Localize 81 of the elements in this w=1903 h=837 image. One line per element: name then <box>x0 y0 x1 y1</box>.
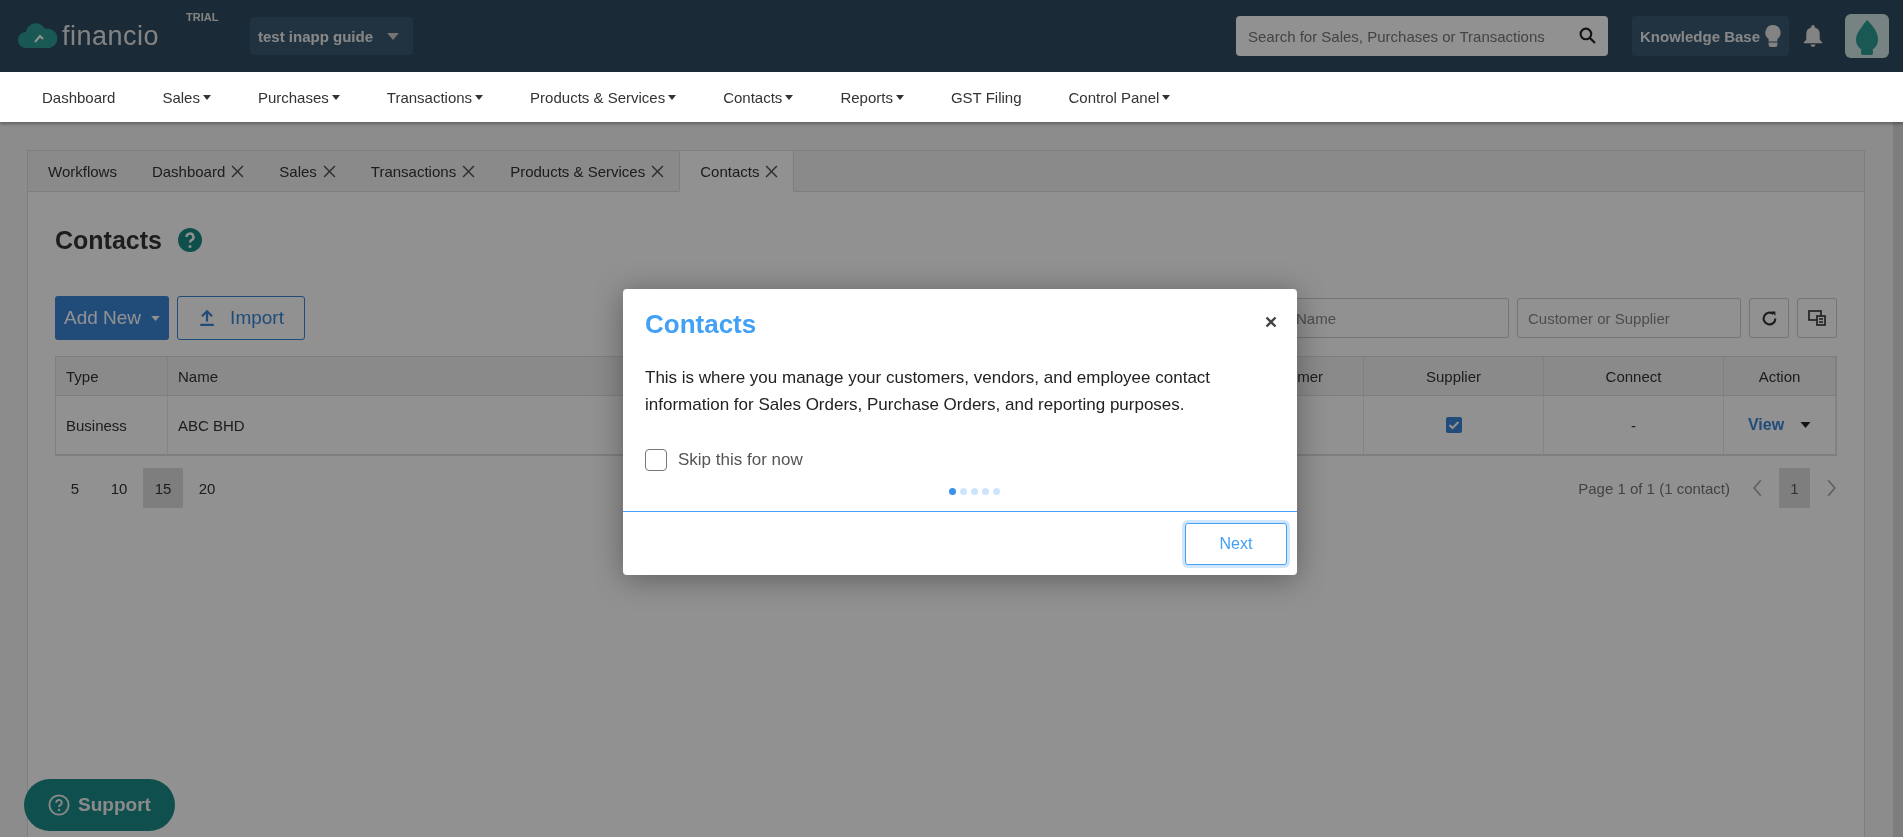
column-header: Connect <box>1544 357 1724 396</box>
page-summary: Page 1 of 1 (1 contact) <box>1578 479 1730 497</box>
tab[interactable]: Products & Services <box>490 151 680 191</box>
tab-label: Sales <box>279 162 317 180</box>
caret-icon <box>895 94 904 100</box>
nav-menu-item[interactable]: Purchases <box>240 88 357 106</box>
company-selector[interactable]: test inapp guide <box>250 17 413 55</box>
step-dot[interactable] <box>948 488 956 495</box>
nav-menu-item[interactable]: Dashboard <box>25 88 133 106</box>
refresh-icon <box>1760 309 1778 327</box>
avatar[interactable] <box>1845 14 1889 58</box>
search-icon <box>1578 27 1596 44</box>
tab-label: Workflows <box>48 162 117 180</box>
caret-icon <box>785 94 794 100</box>
upload-icon <box>198 309 217 327</box>
step-dot[interactable] <box>992 488 1000 495</box>
page-title: Contacts <box>55 225 162 255</box>
logo-text: financio <box>62 20 160 52</box>
tab[interactable]: Transactions <box>350 151 491 191</box>
dialog-title: Contacts <box>645 309 757 340</box>
caret-icon <box>387 32 399 40</box>
tab-label: Contacts <box>700 162 760 180</box>
nav-menu-item[interactable]: GST Filing <box>933 88 1039 106</box>
caret-icon <box>202 94 211 100</box>
caret-icon <box>668 94 677 100</box>
next-button[interactable]: Next <box>1185 523 1287 565</box>
close-icon[interactable] <box>322 164 336 178</box>
nav-menu-item[interactable]: Contacts <box>706 88 811 106</box>
page-size-option[interactable]: 10 <box>99 468 139 508</box>
help-icon[interactable] <box>177 228 202 252</box>
caret-icon <box>1162 94 1171 100</box>
nav-menu-item[interactable]: Control Panel <box>1051 88 1188 106</box>
nav-menu-item[interactable]: Products & Services <box>513 88 694 106</box>
caret-icon <box>331 94 340 100</box>
table-cell: - <box>1544 396 1724 455</box>
cloud-logo-icon <box>18 22 58 50</box>
bell-icon[interactable] <box>1803 25 1823 47</box>
trial-label: TRIAL <box>186 11 219 23</box>
view-link[interactable]: View <box>1747 416 1785 434</box>
caret-icon <box>151 315 161 321</box>
checkbox[interactable] <box>1445 417 1462 433</box>
nav-menu-item[interactable]: Transactions <box>369 88 501 106</box>
page-size-option[interactable]: 20 <box>187 468 227 508</box>
add-new-button[interactable]: Add New <box>55 296 170 340</box>
close-icon[interactable] <box>765 164 779 178</box>
help-icon <box>48 794 71 816</box>
column-header: Supplier <box>1364 357 1544 396</box>
page-size-option[interactable]: 5 <box>55 468 95 508</box>
checkbox[interactable] <box>645 449 667 471</box>
tab[interactable]: Contacts <box>679 151 795 192</box>
columns-icon <box>1808 310 1826 326</box>
step-dot[interactable] <box>970 488 978 495</box>
knowledge-base-button[interactable]: Knowledge Base <box>1631 16 1789 56</box>
caret-icon <box>475 94 484 100</box>
columns-button[interactable] <box>1797 298 1837 338</box>
tab-label: Transactions <box>370 162 457 180</box>
tab[interactable]: Sales <box>259 151 351 191</box>
support-button[interactable]: Support <box>24 779 175 831</box>
refresh-button[interactable] <box>1749 298 1789 338</box>
step-dot[interactable] <box>981 488 989 495</box>
column-header: Type <box>56 357 168 396</box>
caret-icon[interactable] <box>1800 422 1812 428</box>
step-dot[interactable] <box>959 488 967 495</box>
column-header: Action <box>1724 357 1836 396</box>
lightbulb-icon <box>1765 25 1781 47</box>
close-icon[interactable] <box>231 164 245 178</box>
tab[interactable]: Workflows <box>28 151 132 191</box>
import-button[interactable]: Import <box>177 296 305 340</box>
page-size-option[interactable]: 15 <box>143 468 183 508</box>
nav-menu-item[interactable]: Reports <box>823 88 921 106</box>
close-icon[interactable] <box>462 164 476 178</box>
search-field[interactable]: Search for Sales, Purchases or Transactions <box>1235 16 1608 56</box>
nav-menu-item[interactable]: Sales <box>145 88 228 106</box>
close-icon[interactable] <box>1265 315 1277 328</box>
tab-label: Dashboard <box>151 162 226 180</box>
page-number-button[interactable]: 1 <box>1779 468 1810 508</box>
close-icon[interactable] <box>651 164 665 178</box>
table-cell: Business <box>56 396 168 455</box>
tab[interactable]: Dashboard <box>131 151 260 191</box>
filter-field[interactable]: Customer or Supplier <box>1517 298 1741 338</box>
tab-label: Products & Services <box>510 162 646 180</box>
